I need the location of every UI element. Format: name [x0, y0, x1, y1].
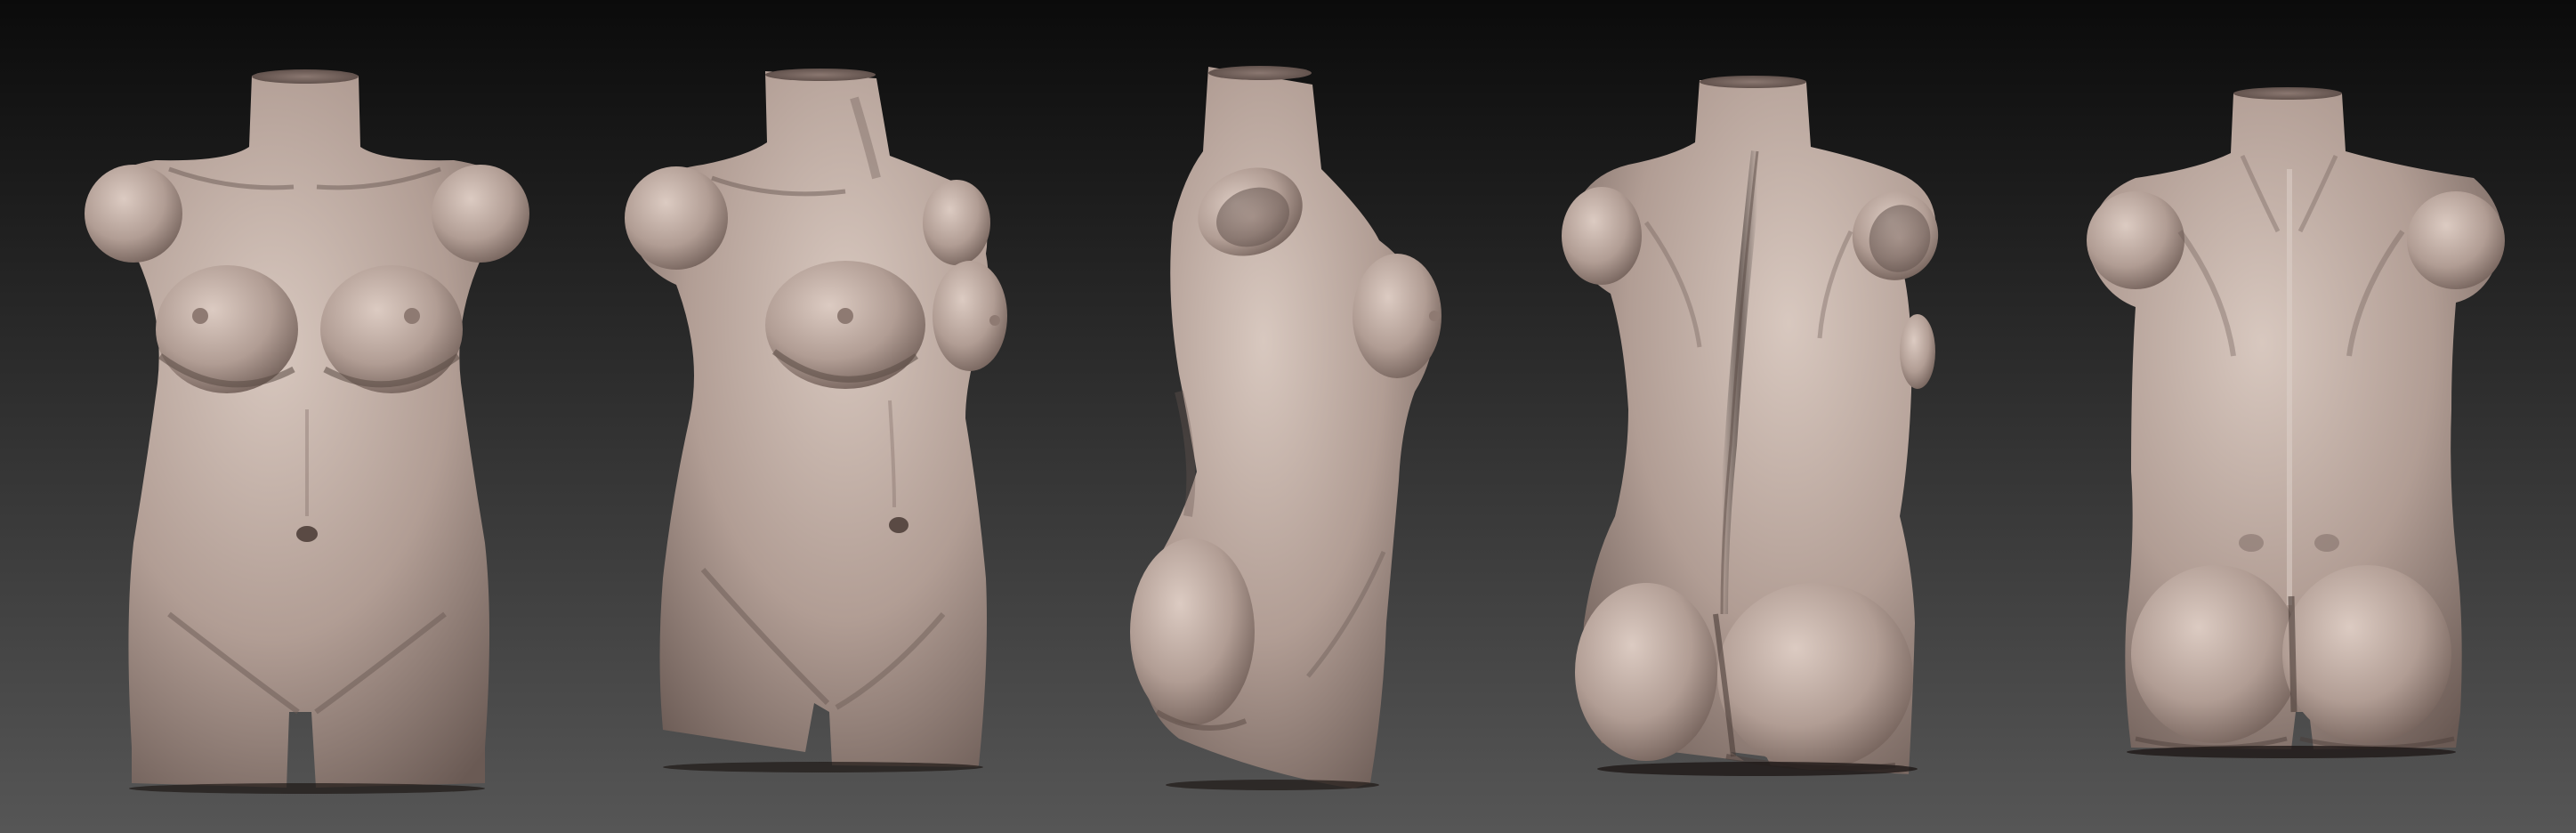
sculpt-render [0, 0, 2576, 833]
render-viewport [0, 0, 2576, 833]
torso-front-view [85, 69, 529, 794]
torso-back-view [2087, 87, 2505, 758]
